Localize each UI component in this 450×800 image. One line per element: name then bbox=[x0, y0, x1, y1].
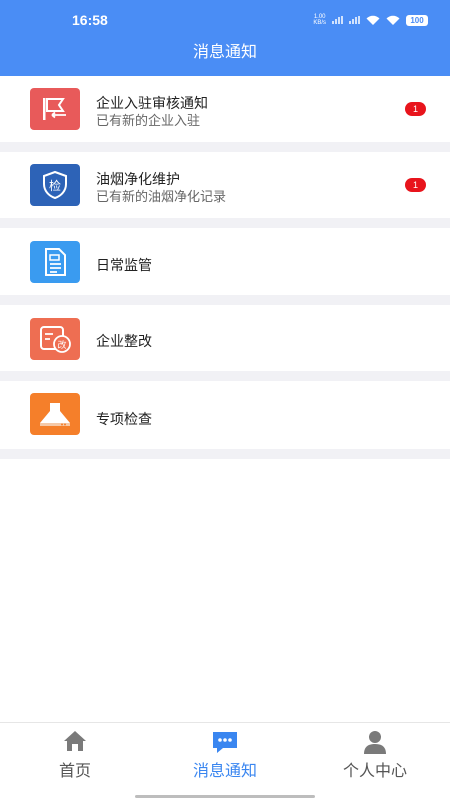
icon-text: 改 bbox=[57, 339, 66, 351]
item-subtitle: 已有新的油烟净化记录 bbox=[96, 190, 227, 205]
inspection-shield-icon: 检 bbox=[30, 164, 80, 206]
unread-badge: 1 bbox=[405, 178, 426, 192]
icon-text: 检 bbox=[49, 178, 61, 193]
message-icon bbox=[213, 732, 237, 753]
home-icon bbox=[64, 731, 86, 751]
status-bar: 16:58 1.00 KB/s 100 bbox=[0, 0, 450, 40]
header: 16:58 1.00 KB/s 100 消息通知 bbox=[0, 0, 450, 76]
list-item-daily-supervision[interactable]: 日常监管 bbox=[0, 228, 450, 305]
bottom-tab-bar: 首页 消息通知 个人中心 bbox=[0, 722, 450, 800]
tab-label: 消息通知 bbox=[192, 761, 257, 780]
tab-label: 首页 bbox=[58, 761, 91, 780]
tab-messages[interactable]: 消息通知 bbox=[150, 723, 300, 793]
status-time: 16:58 bbox=[72, 12, 108, 28]
item-subtitle: 已有新的企业入驻 bbox=[96, 114, 201, 129]
tab-home[interactable]: 首页 bbox=[0, 723, 150, 793]
item-title: 企业整改 bbox=[96, 334, 152, 350]
list-item-enterprise-rectification[interactable]: 改 企业整改 bbox=[0, 305, 450, 381]
item-title: 专项检查 bbox=[96, 412, 152, 428]
wifi-1-icon bbox=[366, 15, 380, 25]
page-title: 消息通知 bbox=[192, 42, 257, 61]
unread-badge: 1 bbox=[405, 102, 426, 116]
tab-profile[interactable]: 个人中心 bbox=[300, 723, 450, 793]
tab-label: 个人中心 bbox=[342, 761, 407, 780]
net-speed: 1.00 KB/s bbox=[313, 14, 326, 26]
home-indicator[interactable] bbox=[135, 795, 315, 798]
list-item-special-inspection[interactable]: 专项检查 bbox=[0, 381, 450, 459]
list-item-enterprise-audit[interactable]: 企业入驻审核通知 已有新的企业入驻 1 bbox=[0, 76, 450, 152]
document-icon bbox=[30, 241, 80, 283]
flag-icon bbox=[30, 88, 80, 130]
person-icon bbox=[364, 731, 386, 754]
signal-1-icon bbox=[332, 16, 343, 24]
net-speed-unit: KB/s bbox=[313, 20, 326, 26]
status-icons: 1.00 KB/s 100 bbox=[313, 14, 428, 26]
wifi-2-icon bbox=[386, 15, 400, 25]
rectification-icon: 改 bbox=[30, 318, 80, 360]
signal-2-icon bbox=[349, 16, 360, 24]
range-hood-icon bbox=[30, 393, 80, 435]
list-item-oil-fume-maintenance[interactable]: 检 油烟净化维护 已有新的油烟净化记录 1 bbox=[0, 152, 450, 228]
item-title: 日常监管 bbox=[96, 258, 152, 274]
battery-icon: 100 bbox=[406, 14, 428, 26]
